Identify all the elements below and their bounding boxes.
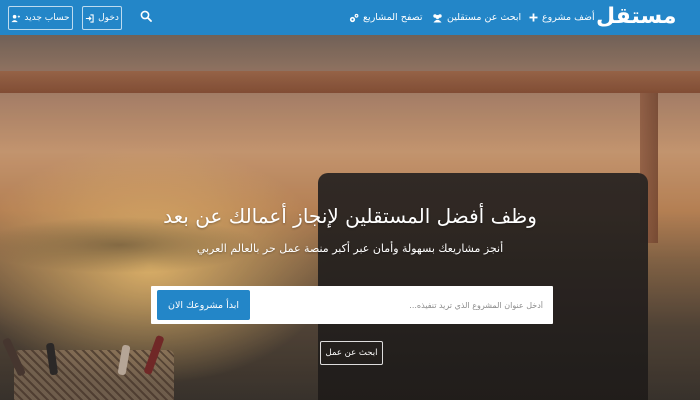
nav-link-browse-label: تصفح المشاريع [363, 12, 423, 23]
hero-title: وظف أفضل المستقلين لإنجاز أعمالك عن بعد [163, 204, 537, 228]
nav-link-find-label: ابحث عن مستقلين [447, 12, 522, 23]
register-label: حساب جديد [24, 13, 70, 23]
nav-link-add-label: أضف مشروع [542, 12, 595, 23]
project-search-box: ابدأ مشروعك الان [151, 286, 553, 324]
start-project-button[interactable]: ابدأ مشروعك الان [157, 290, 250, 320]
nav-link-add-project[interactable]: أضف مشروع [529, 0, 595, 35]
plus-icon [529, 13, 538, 22]
hero-section: وظف أفضل المستقلين لإنجاز أعمالك عن بعد … [0, 35, 700, 400]
find-work-button[interactable]: ابحث عن عمل [320, 341, 383, 365]
cogs-icon [349, 13, 359, 23]
top-navbar: حساب جديد دخول تصفح المشاريع ابحث عن مست… [0, 0, 700, 35]
login-label: دخول [98, 13, 119, 23]
project-title-input[interactable] [251, 286, 549, 324]
login-button[interactable]: دخول [82, 6, 122, 30]
sign-in-icon [85, 13, 94, 23]
site-logo[interactable]: مستقل [596, 2, 677, 32]
user-plus-icon [11, 14, 21, 23]
nav-link-find-freelancers[interactable]: ابحث عن مستقلين [432, 0, 521, 35]
nav-link-browse-projects[interactable]: تصفح المشاريع [349, 0, 423, 35]
register-button[interactable]: حساب جديد [8, 6, 73, 30]
users-icon [432, 13, 443, 23]
search-icon[interactable] [140, 10, 154, 24]
hero-subtitle: أنجز مشاريعك بسهولة وأمان عبر أكبر منصة … [196, 242, 504, 255]
